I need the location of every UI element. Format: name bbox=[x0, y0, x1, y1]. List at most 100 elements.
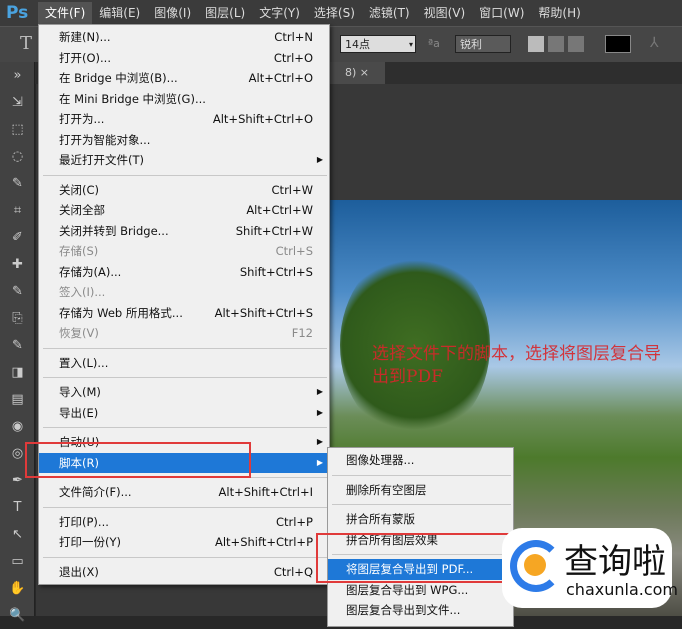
align-left-button[interactable] bbox=[528, 36, 544, 52]
menu-item[interactable]: 恢复(V) F12 bbox=[39, 323, 329, 344]
tool-icon[interactable]: ✚ bbox=[0, 251, 35, 278]
menu-item-shortcut: Shift+Ctrl+W bbox=[235, 223, 313, 238]
menu-item[interactable]: 图像处理器... bbox=[328, 450, 513, 471]
menu-item-shortcut: Alt+Shift+Ctrl+O bbox=[212, 112, 313, 126]
antialias-select[interactable]: 锐利 bbox=[455, 35, 511, 53]
menu-item[interactable]: 关闭并转到 Bridge... Shift+Ctrl+W bbox=[39, 221, 329, 242]
tool-icon[interactable]: ✎ bbox=[0, 170, 35, 197]
tool-icon[interactable]: ⌗ bbox=[0, 197, 35, 224]
font-size-value: 14点 bbox=[345, 38, 370, 51]
tool-icon[interactable]: T bbox=[0, 494, 35, 521]
annotation-text: 选择文件下的脚本，选择将图层复合导出到PDF bbox=[372, 344, 661, 387]
align-center-button[interactable] bbox=[548, 36, 564, 52]
antialias-icon: ªa bbox=[428, 37, 440, 50]
menu-separator bbox=[43, 427, 327, 428]
menu-item[interactable]: 打印一份(Y) Alt+Shift+Ctrl+P bbox=[39, 532, 329, 553]
menu-item[interactable]: 图层复合导出到文件... bbox=[328, 600, 513, 621]
document-tab[interactable]: 8) × bbox=[325, 62, 385, 84]
menu-item-label: 打印(P)... bbox=[59, 514, 109, 529]
submenu-arrow-icon: ▶ bbox=[316, 407, 323, 417]
tool-icon[interactable]: ↖ bbox=[0, 521, 35, 548]
menu-separator bbox=[43, 556, 327, 558]
menu-item[interactable]: 删除所有空图层 bbox=[328, 480, 513, 501]
menu-item[interactable]: 存储(S) Ctrl+S bbox=[39, 241, 329, 262]
menubar-item[interactable]: 视图(V) bbox=[417, 2, 473, 24]
menu-item-label: 置入(L)... bbox=[59, 355, 109, 370]
tool-icon[interactable]: ▤ bbox=[0, 386, 35, 413]
menu-item[interactable]: 在 Bridge 中浏览(B)... Alt+Ctrl+O bbox=[39, 68, 329, 89]
panel-collapse-icon[interactable]: » bbox=[0, 62, 35, 89]
menubar-item[interactable]: 编辑(E) bbox=[92, 2, 147, 24]
tool-icon[interactable]: ✐ bbox=[0, 224, 35, 251]
tool-icon[interactable]: ▭ bbox=[0, 548, 35, 575]
menu-item-label: 打开为... bbox=[59, 112, 105, 126]
tool-icon[interactable]: ◌ bbox=[0, 143, 35, 170]
tool-icon[interactable]: ✎ bbox=[0, 278, 35, 305]
menu-item-label: 图像处理器... bbox=[346, 453, 415, 467]
tool-icon[interactable]: ✎ bbox=[0, 332, 35, 359]
menu-item[interactable]: 在 Mini Bridge 中浏览(G)... bbox=[39, 89, 329, 110]
font-size-select[interactable]: 14点 ▾ bbox=[340, 35, 416, 53]
menu-item-shortcut: Ctrl+Q bbox=[273, 564, 313, 579]
tool-icon[interactable]: ◨ bbox=[0, 359, 35, 386]
menu-item[interactable]: 最近打开文件(T) ▶ bbox=[39, 150, 329, 171]
menu-item[interactable]: 打开(O)... Ctrl+O bbox=[39, 48, 329, 69]
toolbox: » ⇲ ⬚ ◌ ✎ ⌗ ✐ ✚ ✎ ⎘ ✎ ◨ ▤ ◉ ◎ ✒ T ↖ ▭ ✋ 🔍 bbox=[0, 62, 35, 623]
menu-item-shortcut: Shift+Ctrl+S bbox=[239, 264, 313, 279]
menu-item-label: 在 Bridge 中浏览(B)... bbox=[59, 71, 178, 85]
menu-item[interactable]: 存储为 Web 所用格式... Alt+Shift+Ctrl+S bbox=[39, 303, 329, 324]
tool-icon[interactable]: ⎘ bbox=[0, 305, 35, 332]
tool-icon[interactable]: ✋ bbox=[0, 575, 35, 602]
watermark-logo-dot bbox=[524, 554, 546, 576]
menu-separator bbox=[43, 506, 327, 508]
menu-item-shortcut: Alt+Shift+Ctrl+I bbox=[218, 485, 313, 499]
menu-item[interactable]: 打印(P)... Ctrl+P bbox=[39, 512, 329, 533]
menu-item-shortcut: Ctrl+W bbox=[271, 182, 313, 197]
menu-item[interactable]: 关闭全部 Alt+Ctrl+W bbox=[39, 200, 329, 221]
warp-text-icon[interactable]: ⅄ bbox=[650, 35, 659, 51]
menu-item-shortcut: Ctrl+O bbox=[273, 50, 313, 65]
submenu-arrow-icon: ▶ bbox=[316, 457, 323, 467]
menu-item-label: 新建(N)... bbox=[59, 30, 111, 44]
menu-item-label: 打开为智能对象... bbox=[59, 132, 151, 147]
menu-item[interactable]: 文件简介(F)... Alt+Shift+Ctrl+I bbox=[39, 482, 329, 503]
menu-item[interactable]: 导出(E) ▶ bbox=[39, 403, 329, 424]
menu-item-label: 存储为 Web 所用格式... bbox=[59, 305, 183, 320]
menubar-item[interactable]: 帮助(H) bbox=[531, 2, 587, 24]
menu-item-label: 关闭(C) bbox=[59, 182, 100, 197]
menu-separator bbox=[43, 347, 327, 349]
menu-item-label: 删除所有空图层 bbox=[346, 482, 427, 497]
menu-item[interactable]: 打开为... Alt+Shift+Ctrl+O bbox=[39, 109, 329, 130]
menubar-item[interactable]: 滤镜(T) bbox=[362, 2, 417, 24]
menu-bar: Ps 文件(F) 编辑(E) 图像(I) 图层(L) 文字(Y) 选择(S) 滤镜(T) 视图… bbox=[0, 0, 682, 26]
menubar-item[interactable]: 文字(Y) bbox=[252, 2, 307, 24]
type-tool-icon[interactable]: T bbox=[20, 33, 32, 54]
menu-item[interactable]: 存储为(A)... Shift+Ctrl+S bbox=[39, 262, 329, 283]
menubar-item[interactable]: 图层(L) bbox=[198, 2, 252, 24]
menu-item-label: 最近打开文件(T) bbox=[59, 153, 144, 167]
tool-icon[interactable]: ⬚ bbox=[0, 116, 35, 143]
menubar-item[interactable]: 选择(S) bbox=[307, 2, 362, 24]
menu-item[interactable]: 导入(M) ▶ bbox=[39, 382, 329, 403]
menubar-item[interactable]: 文件(F) bbox=[38, 2, 93, 24]
align-right-button[interactable] bbox=[568, 36, 584, 52]
menu-item[interactable]: 关闭(C) Ctrl+W bbox=[39, 180, 329, 201]
tool-icon[interactable]: ⇲ bbox=[0, 89, 35, 116]
menu-item[interactable]: 置入(L)... bbox=[39, 353, 329, 374]
text-color-swatch[interactable] bbox=[605, 35, 631, 53]
tool-icon[interactable]: ◉ bbox=[0, 413, 35, 440]
menu-item-label: 签入(I)... bbox=[59, 285, 106, 299]
menu-item-label: 图层复合导出到文件... bbox=[346, 603, 461, 617]
menu-item[interactable]: 新建(N)... Ctrl+N bbox=[39, 27, 329, 48]
menu-item[interactable]: 打开为智能对象... bbox=[39, 130, 329, 151]
menu-item-label: 关闭并转到 Bridge... bbox=[59, 223, 169, 238]
menu-item[interactable]: 拼合所有蒙版 bbox=[328, 509, 513, 530]
menu-item[interactable]: 签入(I)... bbox=[39, 282, 329, 303]
menu-item[interactable]: 退出(X) Ctrl+Q bbox=[39, 562, 329, 583]
menubar-item[interactable]: 窗口(W) bbox=[472, 2, 531, 24]
menu-item-label: 导出(E) bbox=[59, 405, 99, 420]
menu-item-label: 在 Mini Bridge 中浏览(G)... bbox=[59, 91, 206, 106]
menubar-item[interactable]: 图像(I) bbox=[147, 2, 198, 24]
menu-separator bbox=[332, 504, 511, 505]
document-tab-label: 8) × bbox=[345, 66, 370, 79]
